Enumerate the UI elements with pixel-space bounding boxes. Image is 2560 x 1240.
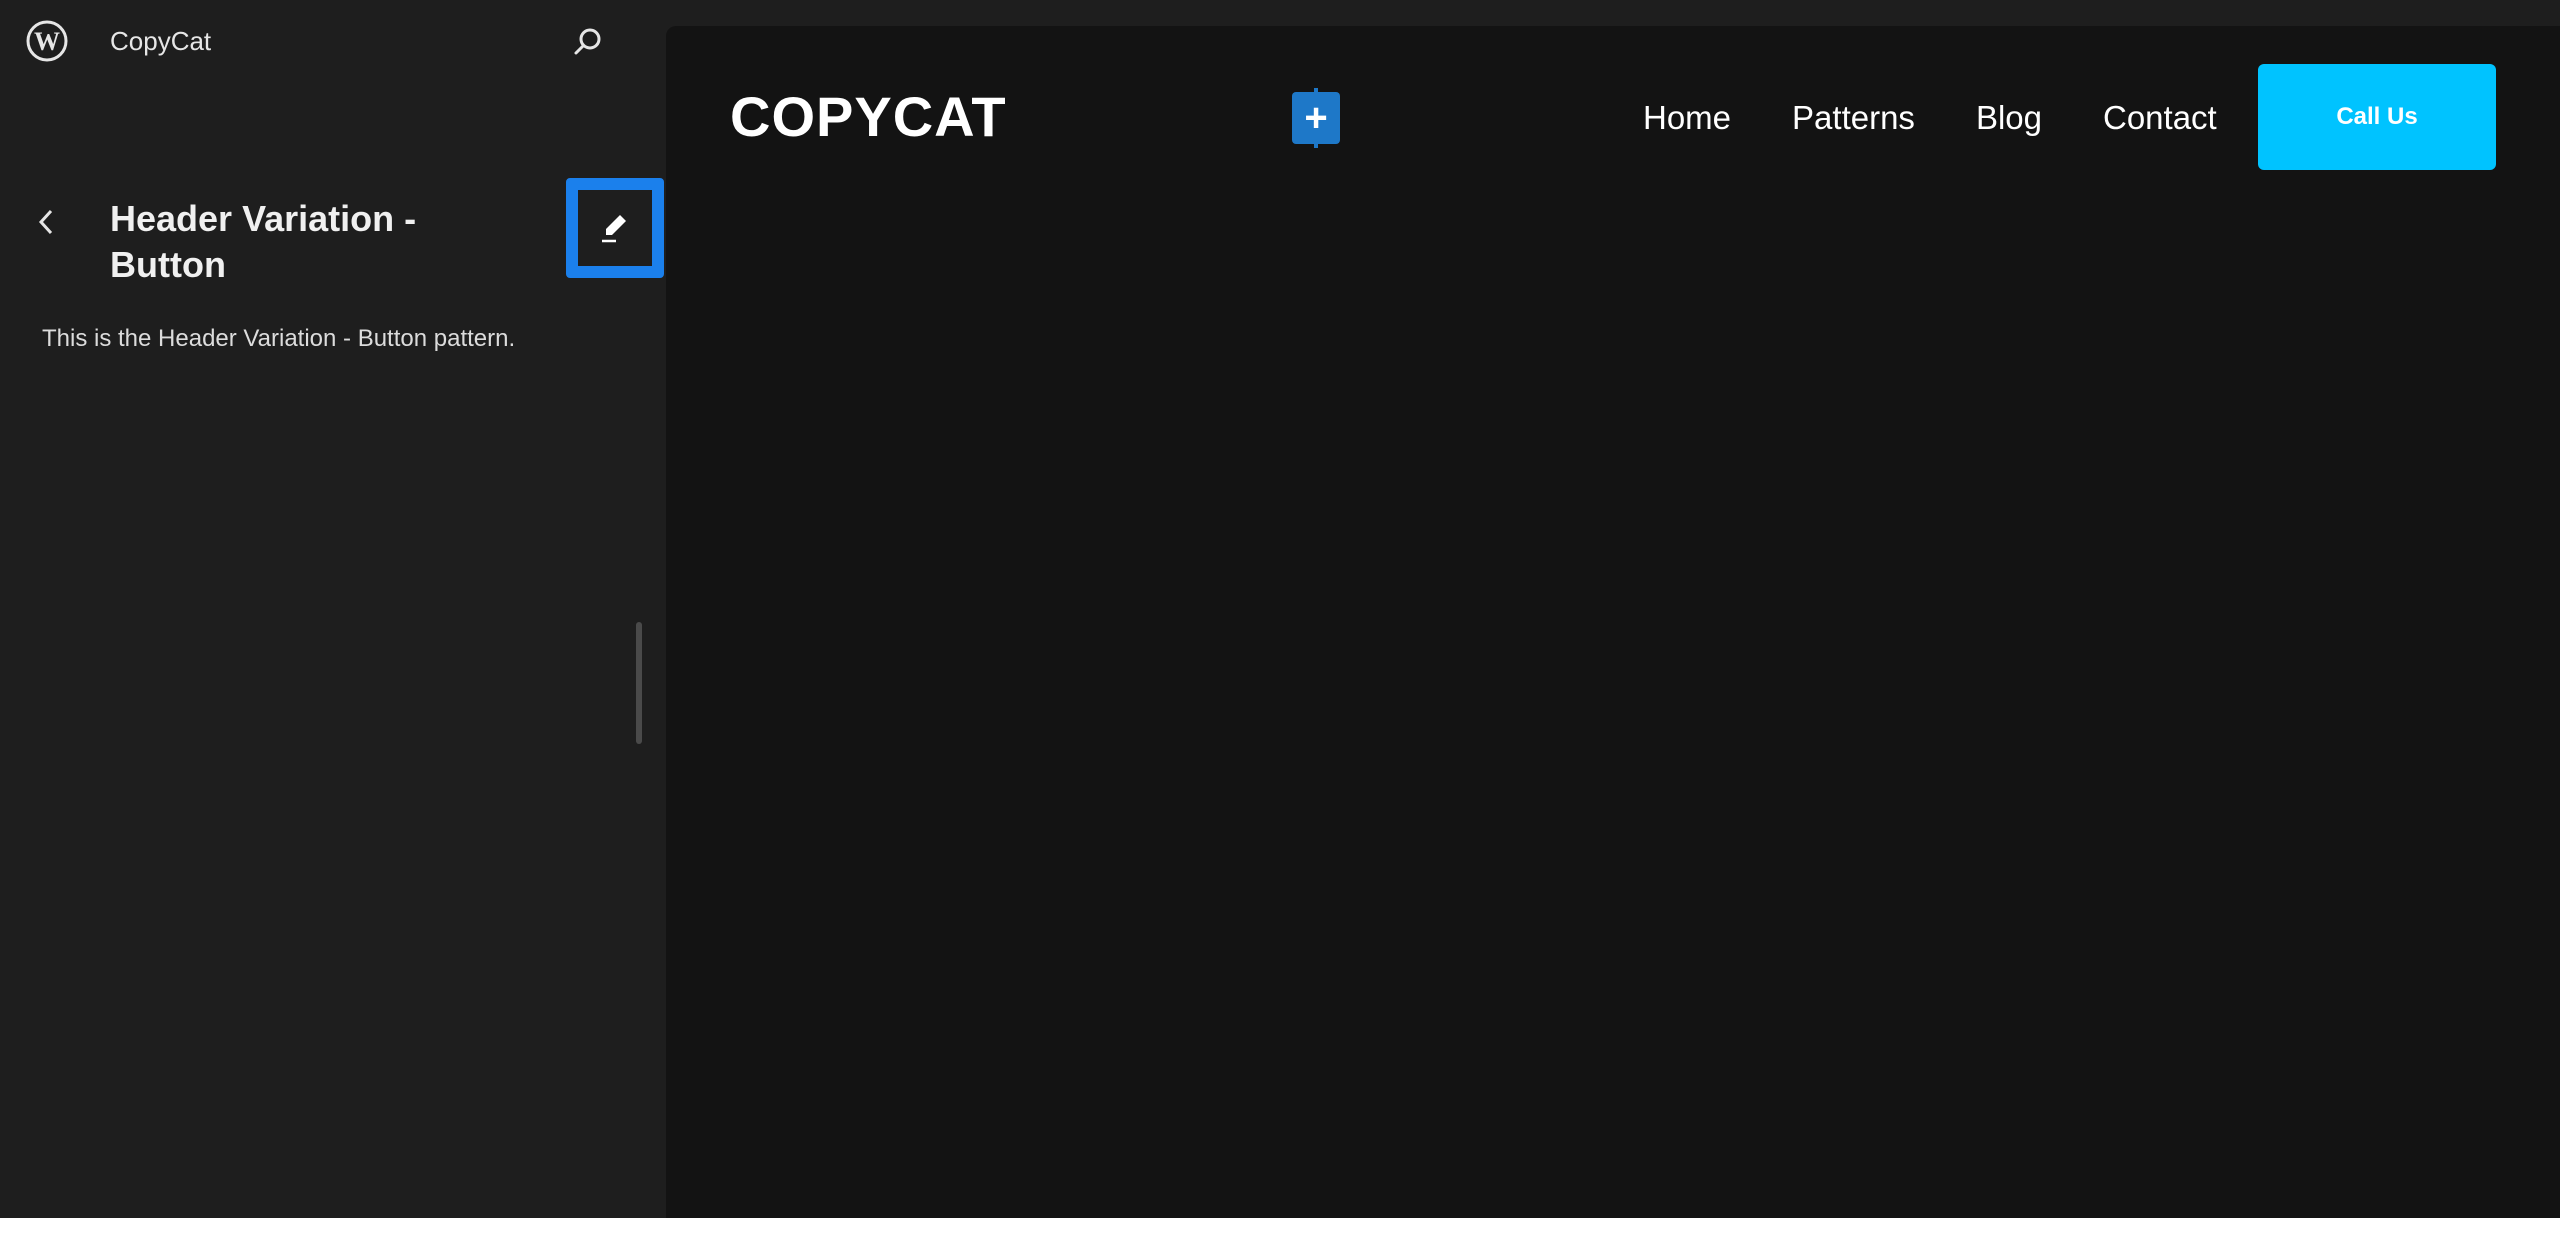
sidebar-scrollbar[interactable] xyxy=(636,622,642,744)
plus-icon: + xyxy=(1304,96,1328,140)
svg-text:W: W xyxy=(34,27,60,56)
pattern-description: This is the Header Variation - Button pa… xyxy=(42,325,516,352)
editor-canvas[interactable]: COPYCAT + Home Patterns Blog Contact Cal… xyxy=(666,26,2560,1218)
pattern-title: Header Variation - Button xyxy=(110,198,417,285)
nav-item-blog[interactable]: Blog xyxy=(1976,96,2042,140)
call-us-button[interactable]: Call Us xyxy=(2258,64,2496,170)
search-icon xyxy=(574,28,601,55)
back-button[interactable] xyxy=(28,200,64,244)
site-navigation: Home Patterns Blog Contact xyxy=(1643,96,2217,140)
nav-item-home[interactable]: Home xyxy=(1643,96,1731,140)
pencil-icon xyxy=(602,215,626,243)
chevron-left-icon xyxy=(38,209,53,235)
site-title[interactable]: CopyCat xyxy=(110,26,211,56)
site-editor: W CopyCat Header Variation - Button This… xyxy=(0,0,2560,1218)
site-brand[interactable]: COPYCAT xyxy=(730,84,1007,150)
nav-item-contact[interactable]: Contact xyxy=(2103,96,2217,140)
block-inserter-button[interactable]: + xyxy=(1292,88,1340,148)
nav-item-patterns[interactable]: Patterns xyxy=(1792,96,1915,140)
edit-pattern-button[interactable] xyxy=(566,178,664,278)
wordpress-logo-icon[interactable]: W xyxy=(26,20,68,62)
search-button[interactable] xyxy=(568,22,608,62)
sidebar: W CopyCat Header Variation - Button This… xyxy=(0,0,666,1218)
